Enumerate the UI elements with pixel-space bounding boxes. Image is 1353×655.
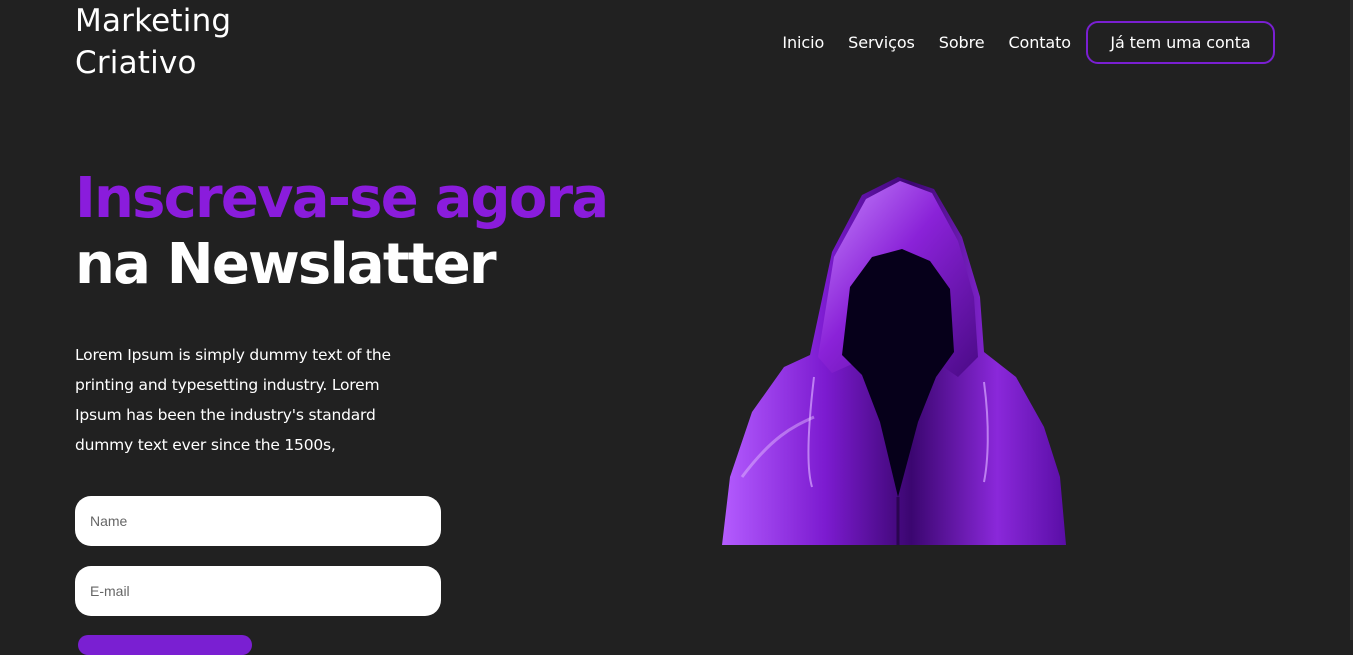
brand-line-2: Criativo [75, 45, 197, 81]
subscribe-button[interactable] [78, 635, 252, 655]
nav-link-contato[interactable]: Contato [1008, 33, 1071, 52]
hero-headline: Inscreva-se agora na Newslatter [75, 166, 609, 298]
nav-link-sobre[interactable]: Sobre [939, 33, 985, 52]
existing-account-button[interactable]: Já tem uma conta [1086, 20, 1275, 64]
nav-link-servicos[interactable]: Serviços [848, 33, 915, 52]
nav-link-inicio[interactable]: Inicio [782, 33, 824, 52]
hero-description: Lorem Ipsum is simply dummy text of the … [75, 346, 391, 454]
brand-line-1: Marketing [75, 3, 232, 39]
main-nav: Inicio Serviços Sobre Contato Já tem uma… [782, 19, 1275, 65]
brand-logo[interactable]: Marketing Criativo [75, 0, 231, 84]
headline-accent: Inscreva-se agora [75, 166, 609, 231]
headline-main: na Newslatter [75, 232, 497, 297]
hooded-figure-image [722, 177, 1066, 545]
email-input[interactable] [75, 566, 441, 616]
name-input[interactable] [75, 496, 441, 546]
